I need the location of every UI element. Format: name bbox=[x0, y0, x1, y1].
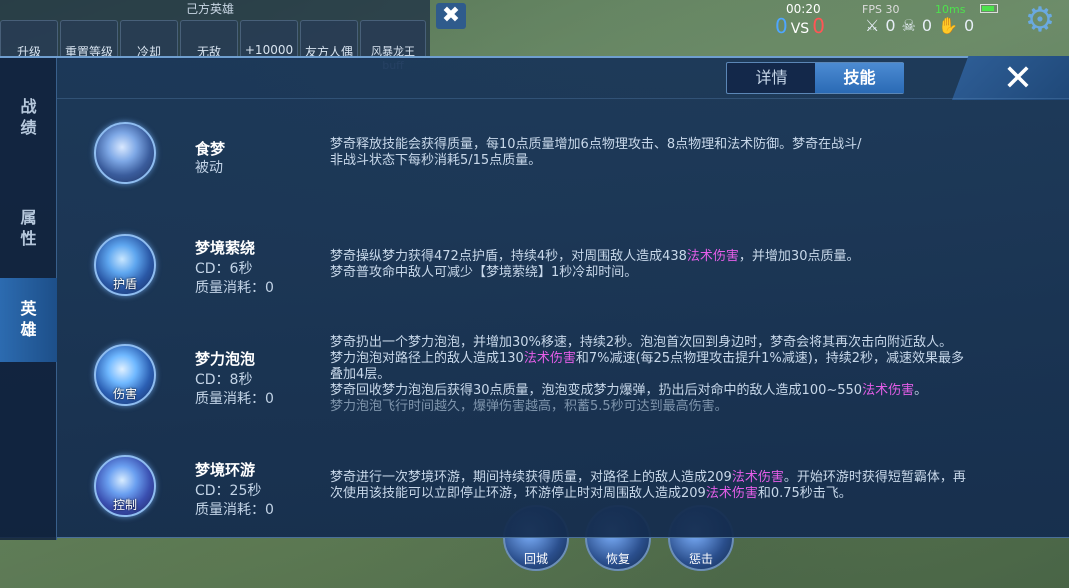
damage-skill-icon[interactable]: 伤害 bbox=[94, 344, 156, 406]
score-blue: 0 bbox=[775, 14, 788, 38]
skill-cost-4: 质量消耗：0 bbox=[195, 502, 274, 518]
damage-type-highlight: 法术伤害 bbox=[523, 351, 576, 366]
ping-readout: 10ms bbox=[935, 3, 966, 16]
desc-text: 梦奇操纵梦力获得472点护盾，持续4秒，对周围敌人造成438 bbox=[330, 249, 687, 264]
desc-text: 梦奇扔出一个梦力泡泡，并增加30%移速，持续2秒。泡泡首次回到身边时，梦奇会将其… bbox=[330, 335, 953, 350]
cheat-button-reset-level[interactable]: 重置等级 bbox=[60, 20, 118, 60]
cheat-button-ally-dummy[interactable]: 友方人偶 bbox=[300, 20, 358, 60]
skill-desc-passive: 梦奇释放技能会获得质量，每10点质量增加6点物理攻击、8点物理和法术防御。梦奇在… bbox=[330, 137, 1050, 169]
skill-desc-3: 梦奇扔出一个梦力泡泡，并增加30%移速，持续2秒。泡泡首次回到身边时，梦奇会将其… bbox=[330, 335, 1050, 415]
assists-count: 0 bbox=[963, 16, 975, 35]
score-vs: VS bbox=[790, 21, 810, 37]
assist-icon: ✋ bbox=[938, 16, 958, 35]
cheat-button-cooldown[interactable]: 冷却 bbox=[120, 20, 178, 60]
skill-desc-line: 梦力泡泡飞行时间越久，爆弹伤害越高，积蓄5.5秒可达到最高伤害。 bbox=[330, 399, 1050, 415]
skill-cost-3: 质量消耗：0 bbox=[195, 391, 274, 407]
control-badge: 控制 bbox=[112, 498, 137, 512]
damage-type-highlight: 法术伤害 bbox=[705, 486, 758, 501]
desc-text: 非战斗状态下每秒消耗5/15点质量。 bbox=[330, 153, 542, 168]
passive-skill-icon[interactable] bbox=[94, 122, 156, 184]
skill-desc-line: 非战斗状态下每秒消耗5/15点质量。 bbox=[330, 153, 1050, 169]
damage-type-highlight: 法术伤害 bbox=[731, 470, 784, 485]
skill-cd-4: CD：25秒 bbox=[195, 483, 262, 499]
hero-info-panel: 战 绩 属 性 英 雄 详情 技能 ✕ 食梦 被动 梦奇释放技能会获得质量，每1… bbox=[0, 56, 1069, 540]
desc-text: 次使用该技能可以立即停止环游，环游停止时对周围敌人造成209 bbox=[330, 486, 706, 501]
desc-text: 梦奇释放技能会获得质量，每10点质量增加6点物理攻击、8点物理和法术防御。梦奇在… bbox=[330, 137, 862, 152]
side-tab-record[interactable]: 战 绩 bbox=[0, 92, 57, 142]
skill-desc-4: 梦奇进行一次梦境环游，期间持续获得质量，对路径上的敌人造成209法术伤害。开始环… bbox=[330, 470, 1050, 502]
desc-text: 梦力泡泡对路径上的敌人造成130 bbox=[330, 351, 524, 366]
side-tab-attributes-label: 属 性 bbox=[20, 208, 37, 248]
skill-name-4: 梦境环游 bbox=[195, 461, 256, 479]
side-tab-attributes[interactable]: 属 性 bbox=[0, 203, 57, 253]
desc-text: 梦奇回收梦力泡泡后获得30点质量，泡泡变成梦力爆弹，扔出后对命中的敌人造成100… bbox=[330, 383, 863, 398]
kills-count: 0 bbox=[885, 16, 896, 35]
cheat-button-storm-buff[interactable]: 风暴龙王buff bbox=[360, 20, 426, 72]
detail-skill-tabs: 详情 技能 bbox=[726, 62, 904, 94]
desc-text: 梦力泡泡飞行时间越久，爆弹伤害越高，积蓄5.5秒可达到最高伤害。 bbox=[330, 399, 728, 414]
skill-cost-2: 质量消耗：0 bbox=[195, 280, 274, 296]
shield-badge: 护盾 bbox=[112, 277, 137, 291]
desc-text: 和7%减速(每25点物理攻击提升1%减速)，持续2秒，减速效果最多 bbox=[575, 351, 965, 366]
cheat-button-invincible[interactable]: 无敌 bbox=[180, 20, 238, 60]
desc-text: 。开始环游时获得短暂霸体，再 bbox=[783, 470, 966, 485]
skill-desc-line: 梦奇释放技能会获得质量，每10点质量增加6点物理攻击、8点物理和法术防御。梦奇在… bbox=[330, 137, 1050, 153]
skill-type-passive: 被动 bbox=[195, 160, 223, 176]
kda-stats: ⚔ 0 ☠ 0 ✋ 0 bbox=[865, 16, 974, 35]
shield-skill-icon[interactable]: 护盾 bbox=[94, 234, 156, 296]
skill-desc-line: 梦力泡泡对路径上的敌人造成130法术伤害和7%减速(每25点物理攻击提升1%减速… bbox=[330, 351, 1050, 367]
skill-name-3: 梦力泡泡 bbox=[195, 350, 256, 368]
tab-details[interactable]: 详情 bbox=[727, 63, 816, 93]
side-tab-hero-label: 英 雄 bbox=[20, 299, 37, 339]
skill-desc-line: 梦奇进行一次梦境环游，期间持续获得质量，对路径上的敌人造成209法术伤害。开始环… bbox=[330, 470, 1050, 486]
control-skill-icon[interactable]: 控制 bbox=[94, 455, 156, 517]
skill-cd-3: CD：8秒 bbox=[195, 372, 253, 388]
damage-type-highlight: 法术伤害 bbox=[686, 249, 739, 264]
skill-desc-line: 梦奇普攻命中敌人可减少【梦境萦绕】1秒冷却时间。 bbox=[330, 265, 1050, 281]
deaths-count: 0 bbox=[921, 16, 933, 35]
side-tab-hero[interactable]: 英 雄 bbox=[0, 278, 57, 362]
desc-text: 梦奇普攻命中敌人可减少【梦境萦绕】1秒冷却时间。 bbox=[330, 265, 638, 280]
fps-readout: FPS 30 bbox=[862, 3, 900, 16]
skill-name-2: 梦境萦绕 bbox=[195, 239, 256, 257]
desc-text: 叠加4层。 bbox=[330, 367, 391, 382]
skill-cd-2: CD：6秒 bbox=[195, 261, 253, 277]
skill-desc-line: 次使用该技能可以立即停止环游，环游停止时对周围敌人造成209法术伤害和0.75秒… bbox=[330, 486, 1050, 502]
skill-desc-line: 梦奇回收梦力泡泡后获得30点质量，泡泡变成梦力爆弹，扔出后对命中的敌人造成100… bbox=[330, 383, 1050, 399]
desc-text: 。 bbox=[914, 383, 928, 398]
ally-heroes-title: 己方英雄 bbox=[186, 2, 235, 16]
damage-type-highlight: 法术伤害 bbox=[862, 383, 915, 398]
close-panel-button[interactable]: ✕ bbox=[996, 60, 1040, 98]
smite-label: 惩击 bbox=[688, 552, 713, 566]
skill-desc-2: 梦奇操纵梦力获得472点护盾，持续4秒，对周围敌人造成438法术伤害，并增加30… bbox=[330, 249, 1050, 281]
recall-label: 回城 bbox=[523, 552, 548, 566]
sword-icon: ⚔ bbox=[865, 16, 880, 35]
skill-desc-line: 梦奇扔出一个梦力泡泡，并增加30%移速，持续2秒。泡泡首次回到身边时，梦奇会将其… bbox=[330, 335, 1050, 351]
side-tab-bar: 战 绩 属 性 英 雄 bbox=[0, 58, 57, 540]
match-score: 0 VS 0 bbox=[775, 14, 825, 38]
skill-desc-line: 梦奇操纵梦力获得472点护盾，持续4秒，对周围敌人造成438法术伤害，并增加30… bbox=[330, 249, 1050, 265]
skull-icon: ☠ bbox=[901, 16, 916, 35]
damage-badge: 伤害 bbox=[112, 387, 137, 401]
cheat-toolbar: 己方英雄 升级 重置等级 冷却 无敌 +10000 友方人偶 风暴龙王buff bbox=[0, 0, 430, 72]
heal-label: 恢复 bbox=[605, 552, 630, 566]
side-tab-record-label: 战 绩 bbox=[20, 97, 37, 137]
settings-gear-icon[interactable]: ⚙ bbox=[1022, 2, 1058, 38]
close-cheat-icon[interactable]: ✖ bbox=[436, 3, 466, 29]
score-red: 0 bbox=[812, 14, 825, 38]
header-divider bbox=[57, 98, 1069, 99]
cheat-button-gold[interactable]: +10000 bbox=[240, 20, 298, 60]
desc-text: 梦奇进行一次梦境环游，期间持续获得质量，对路径上的敌人造成209 bbox=[330, 470, 732, 485]
skill-name-passive: 食梦 bbox=[195, 140, 226, 158]
desc-text: ，并增加30点质量。 bbox=[738, 249, 860, 264]
battery-icon bbox=[980, 4, 998, 13]
desc-text: 和0.75秒击飞。 bbox=[757, 486, 852, 501]
tab-skills[interactable]: 技能 bbox=[815, 63, 904, 93]
skill-desc-line: 叠加4层。 bbox=[330, 367, 1050, 383]
cheat-button-level-up[interactable]: 升级 bbox=[0, 20, 58, 60]
